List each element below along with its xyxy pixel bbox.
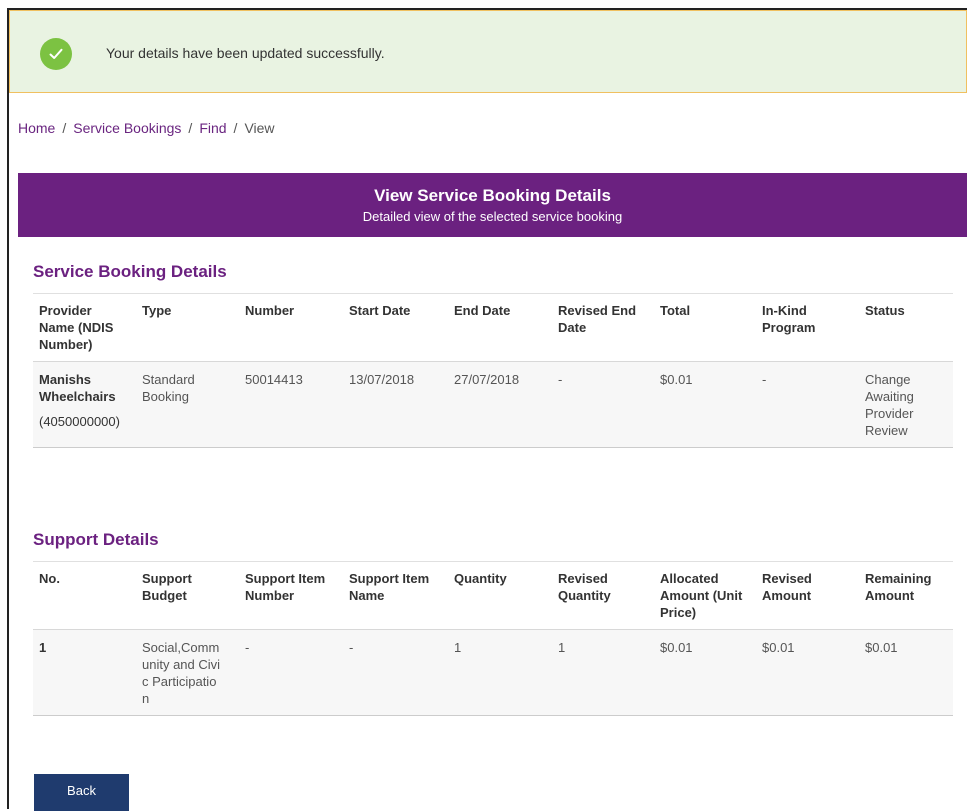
- booking-type: Standard Booking: [136, 361, 239, 448]
- provider-cell: Manishs Wheelchairs (4050000000): [33, 361, 136, 448]
- breadcrumb-home[interactable]: Home: [18, 120, 55, 136]
- column-header: End Date: [448, 293, 552, 362]
- booking-status: Change Awaiting Provider Review: [859, 361, 953, 448]
- support-details-heading: Support Details: [33, 530, 159, 549]
- column-header: Quantity: [448, 561, 552, 630]
- column-header: Support Item Name: [343, 561, 448, 630]
- page-title: View Service Booking Details: [374, 186, 611, 205]
- alert-message: Your details have been updated successfu…: [106, 45, 385, 61]
- table-row: 1 Social,Community and Civic Participati…: [33, 629, 953, 716]
- column-header: In-Kind Program: [756, 293, 859, 362]
- column-header: Start Date: [343, 293, 448, 362]
- allocated-amount: $0.01: [654, 629, 756, 716]
- revised-end-date: -: [552, 361, 654, 448]
- column-header: Support Budget: [136, 561, 239, 630]
- breadcrumb-find[interactable]: Find: [199, 120, 226, 136]
- support-item-number: -: [239, 629, 343, 716]
- service-booking-table: Provider Name (NDIS Number) Type Number …: [33, 293, 953, 448]
- revised-amount: $0.01: [756, 629, 859, 716]
- breadcrumb-separator: /: [233, 120, 238, 136]
- booking-number: 50014413: [239, 361, 343, 448]
- breadcrumb-view: View: [244, 120, 275, 136]
- revised-quantity: 1: [552, 629, 654, 716]
- start-date: 13/07/2018: [343, 361, 448, 448]
- table-header-row: No. Support Budget Support Item Number S…: [33, 561, 953, 630]
- column-header: Total: [654, 293, 756, 362]
- column-header: Allocated Amount (Unit Price): [654, 561, 756, 630]
- column-header: Revised Quantity: [552, 561, 654, 630]
- check-icon: [40, 38, 72, 70]
- provider-ndis-number: (4050000000): [39, 414, 120, 429]
- support-quantity: 1: [448, 629, 552, 716]
- support-item-name: -: [343, 629, 448, 716]
- column-header: Type: [136, 293, 239, 362]
- column-header: Status: [859, 293, 953, 362]
- column-header: Support Item Number: [239, 561, 343, 630]
- support-details-table: No. Support Budget Support Item Number S…: [33, 561, 953, 716]
- column-header: Provider Name (NDIS Number): [33, 293, 136, 362]
- back-button[interactable]: Back: [34, 774, 129, 811]
- page-frame: Your details have been updated successfu…: [7, 8, 967, 811]
- booking-total: $0.01: [654, 361, 756, 448]
- in-kind-program: -: [756, 361, 859, 448]
- breadcrumb: Home / Service Bookings / Find / View: [18, 120, 275, 136]
- column-header: Revised End Date: [552, 293, 654, 362]
- column-header: No.: [33, 561, 136, 630]
- support-number: 1: [33, 629, 136, 716]
- column-header: Number: [239, 293, 343, 362]
- success-alert: Your details have been updated successfu…: [9, 10, 967, 93]
- table-header-row: Provider Name (NDIS Number) Type Number …: [33, 293, 953, 362]
- table-row: Manishs Wheelchairs (4050000000) Standar…: [33, 361, 953, 448]
- breadcrumb-separator: /: [62, 120, 67, 136]
- support-budget: Social,Community and Civic Participation: [136, 629, 239, 716]
- breadcrumb-separator: /: [188, 120, 193, 136]
- column-header: Remaining Amount: [859, 561, 953, 630]
- provider-name: Manishs Wheelchairs: [39, 372, 116, 404]
- breadcrumb-service-bookings[interactable]: Service Bookings: [73, 120, 181, 136]
- service-booking-heading: Service Booking Details: [33, 262, 227, 281]
- remaining-amount: $0.01: [859, 629, 953, 716]
- column-header: Revised Amount: [756, 561, 859, 630]
- page-banner: View Service Booking Details Detailed vi…: [18, 173, 967, 237]
- end-date: 27/07/2018: [448, 361, 552, 448]
- page-subtitle: Detailed view of the selected service bo…: [362, 209, 623, 224]
